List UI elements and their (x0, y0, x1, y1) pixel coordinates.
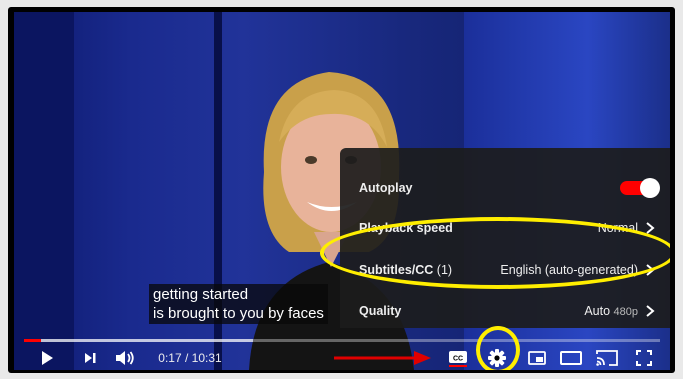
play-icon (42, 350, 53, 365)
play-button[interactable] (36, 345, 58, 370)
svg-text:CC: CC (453, 355, 463, 362)
chevron-right-icon (646, 305, 655, 317)
cast-icon (596, 349, 618, 366)
subtitles-cc-button[interactable]: CC (446, 345, 470, 370)
fullscreen-icon (636, 349, 652, 366)
theater-mode-icon (560, 350, 582, 365)
quality-value-text: Auto (584, 304, 611, 318)
menu-item-quality[interactable]: Quality Auto 480p (340, 291, 670, 331)
progress-bar[interactable] (24, 339, 660, 342)
background-panel (14, 12, 74, 370)
quality-label: Quality (359, 304, 402, 318)
theater-mode-button[interactable] (558, 345, 584, 370)
menu-item-autoplay[interactable]: Autoplay (340, 168, 670, 208)
fullscreen-button[interactable] (632, 345, 656, 370)
settings-gear-icon (488, 348, 506, 367)
subtitles-cc-icon: CC (449, 350, 467, 367)
caption-box: getting started is brought to you by fac… (149, 284, 328, 324)
toggle-knob (640, 178, 660, 198)
next-icon (85, 352, 96, 363)
progress-buffer (24, 339, 253, 342)
caption-line-2: is brought to you by faces (153, 305, 324, 322)
progress-played (24, 339, 42, 342)
red-arrow-annotation (334, 351, 431, 365)
quality-value: Auto 480p (584, 304, 638, 318)
time-display: 0:17 / 10:31 (158, 350, 222, 365)
control-bar: 0:17 / 10:31 CC (14, 326, 670, 370)
cast-button[interactable] (594, 345, 620, 370)
miniplayer-button[interactable] (526, 345, 548, 370)
autoplay-toggle[interactable] (620, 178, 660, 198)
next-button[interactable] (80, 345, 100, 370)
highlight-ring-subtitles (320, 217, 670, 289)
volume-icon (116, 350, 134, 365)
autoplay-label: Autoplay (359, 181, 413, 195)
settings-button[interactable] (483, 345, 511, 370)
video-player[interactable]: getting started is brought to you by fac… (14, 12, 670, 370)
volume-button[interactable] (114, 345, 136, 370)
miniplayer-icon (528, 350, 546, 365)
quality-resolution: 480p (613, 306, 638, 318)
caption-line-1: getting started (153, 286, 249, 303)
